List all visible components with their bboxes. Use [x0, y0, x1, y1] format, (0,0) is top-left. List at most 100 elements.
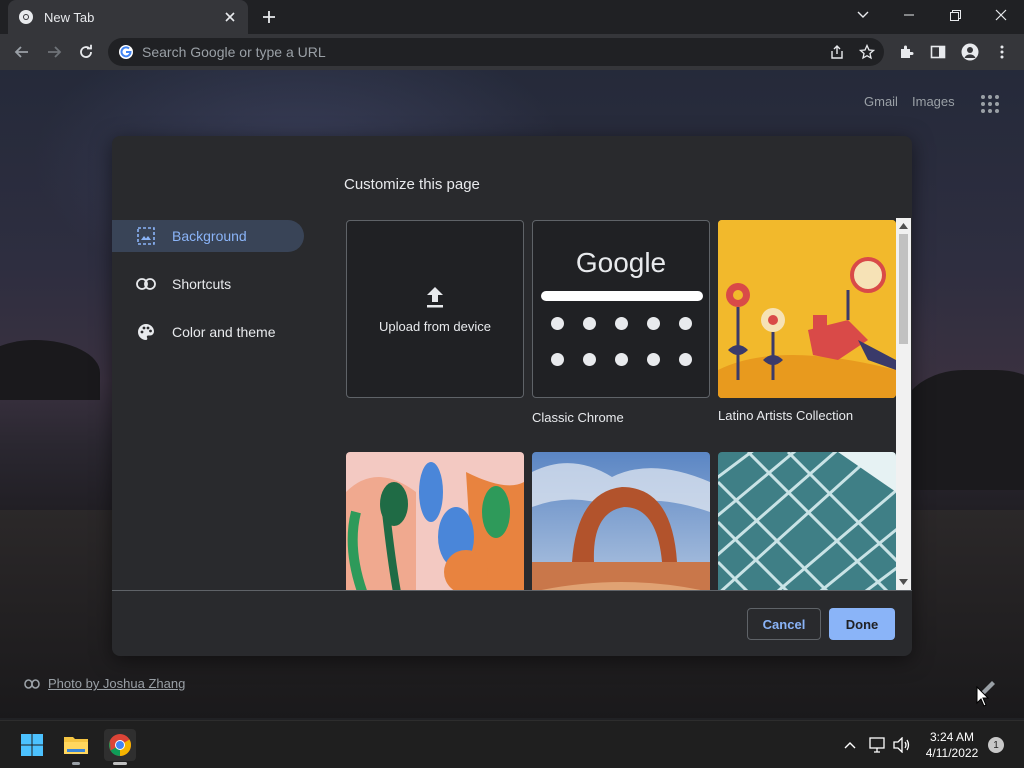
tile-label: Upload from device — [379, 318, 491, 334]
scroll-down-icon — [899, 579, 908, 585]
arrow-right-icon — [48, 46, 62, 58]
close-tab-icon[interactable] — [222, 9, 238, 25]
photo-credit-link[interactable]: Photo by Joshua Zhang — [24, 676, 185, 691]
background-grid: Upload from device Google Classic Chrome — [344, 220, 898, 590]
profile-icon[interactable] — [958, 40, 982, 64]
sidebar-item-background[interactable]: Background — [112, 220, 304, 252]
minimize-icon — [904, 14, 914, 16]
omnibox-input[interactable] — [142, 44, 824, 60]
images-link[interactable]: Images — [912, 94, 955, 109]
link-icon — [24, 678, 40, 689]
tile-label: Classic Chrome — [532, 410, 624, 425]
reload-icon — [80, 44, 92, 58]
shortcut-dot — [615, 353, 628, 366]
google-apps-icon[interactable] — [980, 94, 1000, 114]
sidebar-item-color-and-theme[interactable]: Color and theme — [112, 316, 304, 348]
tab-title: New Tab — [44, 9, 95, 25]
latino-artists-collection-tile[interactable] — [718, 220, 896, 398]
forward-button[interactable] — [42, 40, 66, 64]
cancel-button[interactable]: Cancel — [747, 608, 821, 640]
shortcut-dot — [647, 353, 660, 366]
notification-badge[interactable]: 1 — [988, 737, 1004, 753]
minimize-button[interactable] — [896, 4, 922, 26]
windows-taskbar: 3:24 AM 4/11/2022 1 — [0, 720, 1024, 768]
dialog-title: Customize this page — [344, 176, 480, 193]
search-bar-preview — [541, 291, 703, 301]
tile-label: Latino Artists Collection — [718, 408, 854, 423]
upload-icon — [427, 286, 443, 307]
omnibox[interactable] — [108, 38, 884, 66]
mouse-cursor-icon — [976, 685, 990, 708]
running-indicator — [113, 762, 127, 765]
customize-dialog: Customize this page Background Shortcuts… — [112, 136, 912, 656]
back-button[interactable] — [10, 40, 34, 64]
chevron-up-icon[interactable] — [840, 735, 860, 755]
google-logo: Google — [575, 247, 667, 278]
shortcut-dot — [551, 353, 564, 366]
restore-button[interactable] — [942, 4, 968, 26]
scrollbar-thumb[interactable] — [899, 234, 908, 344]
file-explorer-button[interactable] — [60, 729, 92, 765]
painted-flowers-artwork — [346, 452, 524, 590]
share-icon[interactable] — [824, 40, 850, 64]
glass-building-photo — [718, 452, 896, 590]
shortcut-dot — [583, 317, 596, 330]
sidebar-item-label: Color and theme — [172, 324, 276, 340]
new-tab-button[interactable] — [258, 6, 280, 28]
kebab-menu-icon[interactable] — [990, 40, 1014, 64]
scroll-up-icon — [899, 223, 908, 229]
glass-building-tile[interactable] — [718, 452, 896, 590]
arrow-left-icon — [14, 46, 28, 58]
background-rock — [900, 370, 1024, 490]
shortcut-dot — [615, 317, 628, 330]
restore-icon — [949, 9, 961, 21]
shortcut-dot — [679, 317, 692, 330]
side-panel-icon[interactable] — [926, 40, 950, 64]
clock-date: 4/11/2022 — [925, 746, 979, 760]
sidebar-item-label: Shortcuts — [172, 276, 232, 292]
shortcut-dot — [647, 317, 660, 330]
network-icon[interactable] — [868, 735, 888, 755]
volume-icon[interactable] — [892, 735, 912, 755]
upload-from-device-tile[interactable]: Upload from device — [346, 220, 524, 398]
latino-artists-artwork — [718, 220, 896, 398]
chrome-icon — [18, 9, 34, 25]
bookmark-star-icon[interactable] — [854, 40, 880, 64]
desert-arch-tile[interactable] — [532, 452, 710, 590]
shortcut-dot — [679, 353, 692, 366]
sidebar-item-label: Background — [172, 228, 247, 244]
plus-icon — [263, 11, 275, 23]
link-icon — [136, 274, 156, 294]
photo-credit-text: Photo by Joshua Zhang — [48, 676, 186, 691]
google-icon — [118, 44, 134, 60]
windows-start-button[interactable] — [16, 729, 48, 761]
sidebar-item-shortcuts[interactable]: Shortcuts — [112, 268, 304, 300]
painted-flowers-tile[interactable] — [346, 452, 524, 590]
gmail-link[interactable]: Gmail — [864, 94, 898, 109]
reload-button[interactable] — [74, 40, 98, 64]
close-icon — [995, 9, 1007, 21]
done-button[interactable]: Done — [829, 608, 895, 640]
tab-new-tab[interactable]: New Tab — [8, 0, 248, 34]
palette-icon — [136, 322, 156, 342]
windows-logo-icon — [21, 734, 43, 756]
tab-search-button[interactable] — [850, 4, 876, 26]
chevron-down-icon — [857, 11, 869, 18]
shortcut-dot — [583, 353, 596, 366]
dialog-divider — [112, 590, 912, 591]
clock-time: 3:24 AM — [929, 730, 975, 744]
system-clock[interactable]: 3:24 AM 4/11/2022 — [912, 729, 992, 761]
background-rock — [0, 340, 100, 400]
shortcut-dot — [551, 317, 564, 330]
close-window-button[interactable] — [988, 4, 1014, 26]
desert-arch-photo — [532, 452, 710, 590]
chrome-taskbar-button[interactable] — [104, 729, 136, 765]
grid-scrollbar[interactable] — [896, 218, 911, 590]
image-icon — [136, 226, 156, 246]
browser-toolbar — [0, 34, 1024, 70]
chrome-icon — [109, 734, 131, 756]
classic-chrome-tile[interactable]: Google — [532, 220, 710, 398]
extensions-icon[interactable] — [894, 40, 918, 64]
title-bar: New Tab — [0, 0, 1024, 34]
folder-icon — [64, 737, 88, 754]
